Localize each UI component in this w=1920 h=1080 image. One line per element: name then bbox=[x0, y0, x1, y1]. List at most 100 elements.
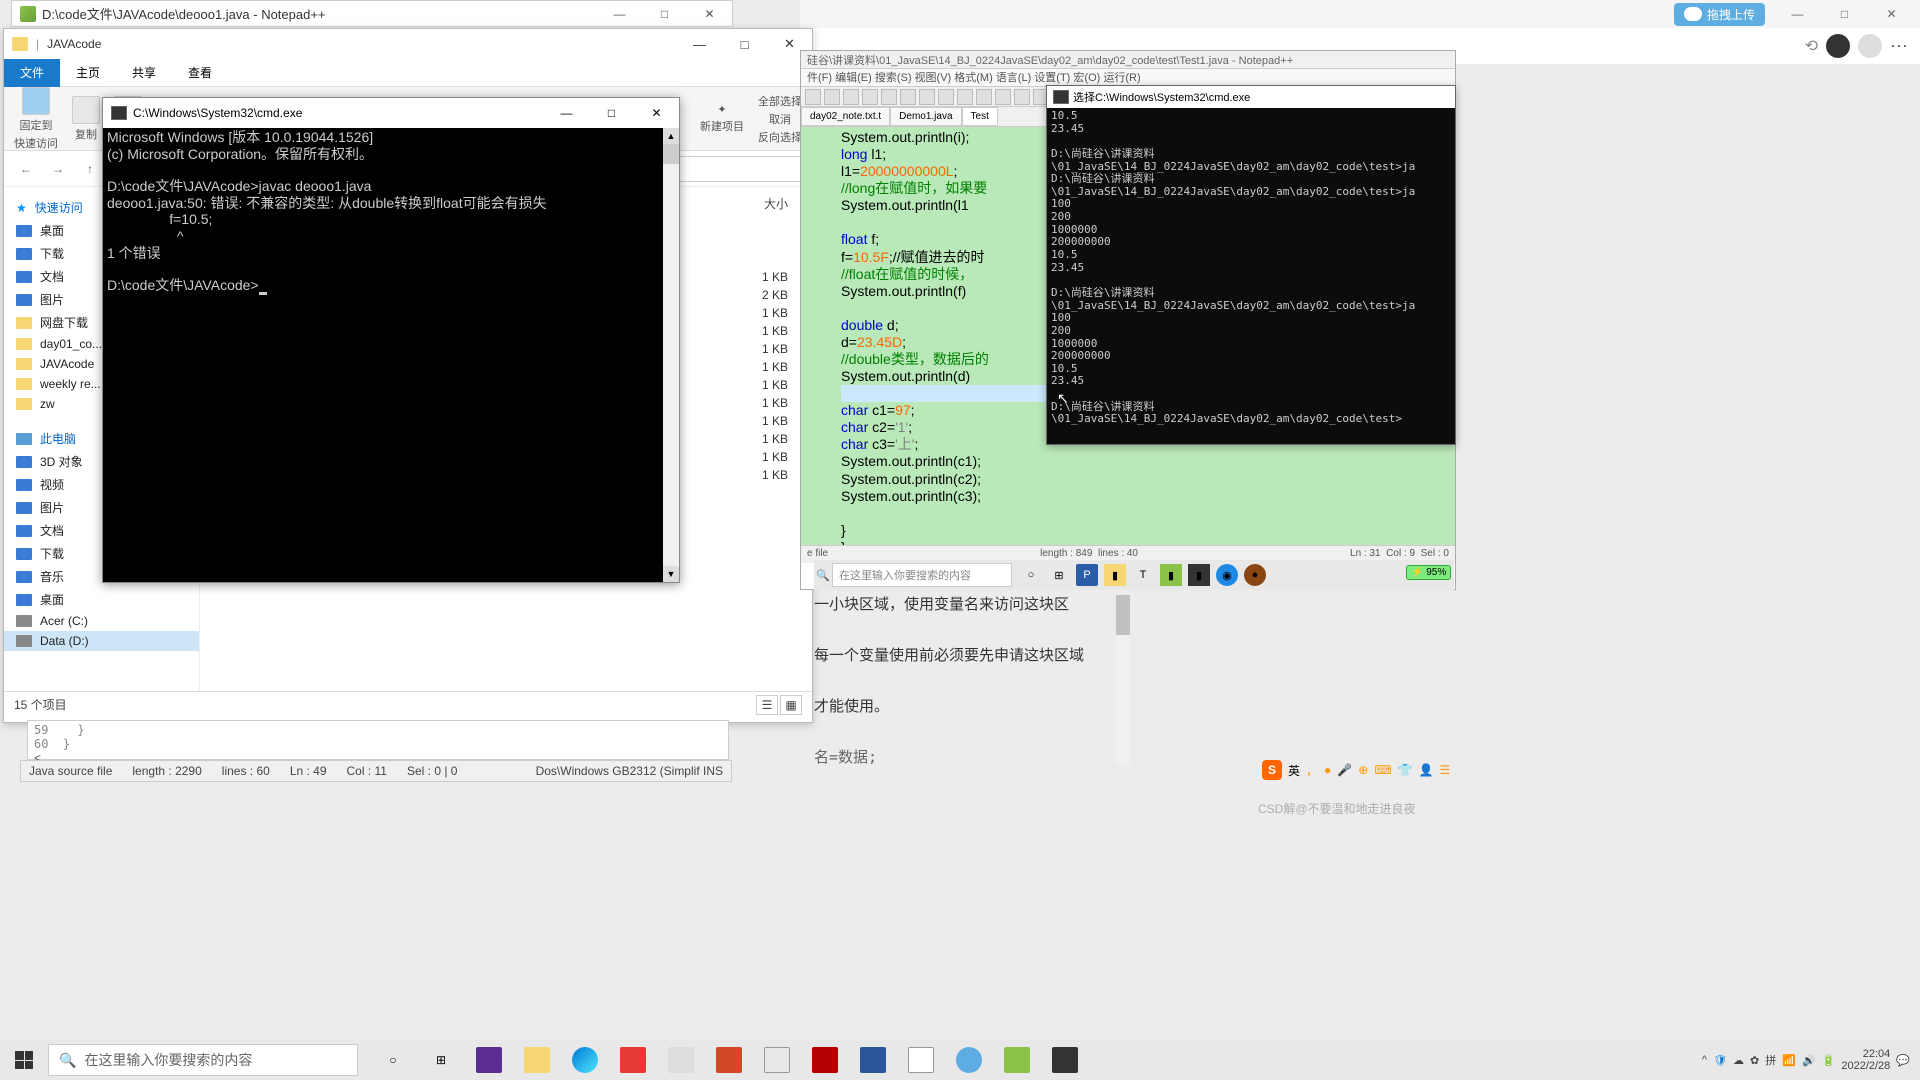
terminal-icon[interactable] bbox=[1042, 1040, 1088, 1080]
ime-toolbar[interactable]: S 英 ， ● 🎤 ⊕ ⌨ 👕 👤 ☰ bbox=[1262, 760, 1450, 780]
nav-back-icon[interactable]: ← bbox=[14, 157, 38, 181]
minimize-button[interactable]: — bbox=[677, 29, 722, 59]
tray-battery-icon[interactable]: 🔋 bbox=[1822, 1054, 1836, 1067]
toolbar-button[interactable] bbox=[900, 89, 916, 105]
maximize-button[interactable]: □ bbox=[642, 1, 687, 26]
endnote-icon[interactable] bbox=[754, 1040, 800, 1080]
edge-icon[interactable] bbox=[562, 1040, 608, 1080]
toolbar-button[interactable] bbox=[1014, 89, 1030, 105]
sidebar-item-data[interactable]: Data (D:) bbox=[4, 631, 199, 651]
minimize-button[interactable]: — bbox=[597, 1, 642, 26]
editor-remnant: 59 }60 } < bbox=[27, 720, 729, 760]
tray-app-icon[interactable]: ✿ bbox=[1750, 1054, 1759, 1067]
cmd-title: 选择C:\Windows\System32\cmd.exe bbox=[1073, 89, 1250, 105]
editor-tab[interactable]: Demo1.java bbox=[890, 107, 961, 126]
task-icon[interactable]: ○ bbox=[1020, 564, 1042, 586]
status-item-count: 15 个项目 bbox=[14, 696, 67, 713]
inner-search-input[interactable]: 在这里输入你要搜索的内容 bbox=[832, 563, 1012, 587]
minimize-button[interactable]: — bbox=[544, 98, 589, 128]
task-icon[interactable]: ● bbox=[1244, 564, 1266, 586]
menu-icon[interactable]: ⋯ bbox=[1890, 36, 1908, 57]
toolbar-button[interactable] bbox=[862, 89, 878, 105]
powerpoint-icon[interactable] bbox=[706, 1040, 752, 1080]
tab-share[interactable]: 共享 bbox=[116, 59, 172, 87]
close-button[interactable]: ✕ bbox=[634, 98, 679, 128]
toolbar-button[interactable] bbox=[843, 89, 859, 105]
toolbar-button[interactable] bbox=[919, 89, 935, 105]
adobe-icon[interactable] bbox=[802, 1040, 848, 1080]
window-title: 硅谷\讲课资料\01_JavaSE\14_BJ_0224JavaSE\day02… bbox=[801, 51, 1455, 69]
view-details-icon[interactable]: ☰ bbox=[756, 695, 778, 715]
task-icon[interactable]: T bbox=[1132, 564, 1154, 586]
toolbar-button[interactable] bbox=[976, 89, 992, 105]
visual-studio-icon[interactable] bbox=[466, 1040, 512, 1080]
task-icon[interactable]: ▮ bbox=[1188, 564, 1210, 586]
tray-ime-icon[interactable]: 拼 bbox=[1765, 1052, 1776, 1068]
youdao-icon[interactable] bbox=[610, 1040, 656, 1080]
toolbar-button[interactable] bbox=[957, 89, 973, 105]
sougou-icon: S bbox=[1262, 760, 1282, 780]
task-icon[interactable]: ◉ bbox=[1216, 564, 1238, 586]
scrollbar[interactable]: ▲ ▼ bbox=[663, 128, 679, 582]
tab-view[interactable]: 查看 bbox=[172, 59, 228, 87]
maximize-button[interactable]: □ bbox=[589, 98, 634, 128]
maximize-button[interactable]: □ bbox=[1822, 0, 1867, 28]
editor-tab[interactable]: Test bbox=[962, 107, 998, 126]
editor-tab[interactable]: day02_note.txt.t bbox=[801, 107, 890, 126]
toolbar-button[interactable] bbox=[881, 89, 897, 105]
text-icon[interactable] bbox=[898, 1040, 944, 1080]
toolbar-button[interactable] bbox=[824, 89, 840, 105]
nav-forward-icon[interactable]: → bbox=[46, 157, 70, 181]
history-icon[interactable]: ⟲ bbox=[1805, 36, 1818, 56]
cloud-upload-button[interactable]: 拖拽上传 bbox=[1674, 3, 1765, 26]
tab-home[interactable]: 主页 bbox=[60, 59, 116, 87]
scrollbar[interactable] bbox=[1116, 595, 1130, 765]
user-avatar[interactable] bbox=[1858, 34, 1882, 58]
tray-clock[interactable]: 22:04 2022/2/28 bbox=[1841, 1048, 1890, 1072]
maximize-button[interactable]: □ bbox=[722, 29, 767, 59]
tool-select-all[interactable]: 全部选择取消反向选择 bbox=[758, 93, 802, 145]
close-button[interactable]: ✕ bbox=[687, 1, 732, 26]
task-icon[interactable]: ▮ bbox=[1160, 564, 1182, 586]
tool-new[interactable]: ✦新建项目 bbox=[700, 103, 744, 134]
cmd-output[interactable]: Microsoft Windows [版本 10.0.19044.1526] (… bbox=[103, 128, 679, 297]
file-explorer-icon[interactable] bbox=[514, 1040, 560, 1080]
task-icon[interactable]: ▮ bbox=[1104, 564, 1126, 586]
start-button[interactable] bbox=[0, 1040, 48, 1080]
tool-pin[interactable]: 固定到快速访问 bbox=[14, 87, 58, 151]
notifications-icon[interactable]: 💬 bbox=[1896, 1054, 1910, 1067]
sidebar-item-desktop2[interactable]: 桌面 bbox=[4, 588, 199, 611]
document-content: 一小块区域，使用变量名来访问这块区 每一个变量使用前必须要先申请这块区域 才能使… bbox=[814, 588, 1454, 774]
toolbar-button[interactable] bbox=[995, 89, 1011, 105]
nav-up-icon[interactable]: ↑ bbox=[78, 157, 102, 181]
baidu-icon[interactable] bbox=[946, 1040, 992, 1080]
calculator-icon[interactable] bbox=[658, 1040, 704, 1080]
task-icon[interactable]: ⊞ bbox=[1048, 564, 1070, 586]
tab-file[interactable]: 文件 bbox=[4, 59, 60, 87]
tray-shield-icon[interactable]: 🛡 bbox=[1713, 1054, 1727, 1067]
task-icon[interactable]: P bbox=[1076, 564, 1098, 586]
tray-chevron-icon[interactable]: ^ bbox=[1702, 1054, 1707, 1066]
notepad-plus-icon[interactable] bbox=[994, 1040, 1040, 1080]
tray-wifi-icon[interactable]: 📶 bbox=[1782, 1054, 1796, 1067]
minimize-button[interactable]: — bbox=[1775, 0, 1820, 28]
cortana-icon[interactable]: ○ bbox=[370, 1040, 416, 1080]
task-view-icon[interactable]: ⊞ bbox=[418, 1040, 464, 1080]
tool-copy[interactable]: 复制 bbox=[72, 96, 100, 142]
tray-volume-icon[interactable]: 🔊 bbox=[1802, 1054, 1816, 1067]
toolbar-button[interactable] bbox=[938, 89, 954, 105]
cloud-icon bbox=[1684, 7, 1702, 21]
close-button[interactable]: ✕ bbox=[1869, 0, 1914, 28]
inner-taskbar: 🔍 在这里输入你要搜索的内容 ○ ⊞ P ▮ T ▮ ▮ ◉ ● bbox=[814, 560, 1454, 590]
word-icon[interactable] bbox=[850, 1040, 896, 1080]
tray-cloud-icon[interactable]: ☁ bbox=[1733, 1054, 1744, 1067]
taskbar-search-input[interactable]: 🔍 在这里输入你要搜索的内容 bbox=[48, 1044, 358, 1076]
cmd-window-1: C:\Windows\System32\cmd.exe — □ ✕ Micros… bbox=[102, 97, 680, 583]
sidebar-item-acer[interactable]: Acer (C:) bbox=[4, 611, 199, 631]
cmd-title: C:\Windows\System32\cmd.exe bbox=[133, 106, 302, 120]
cmd-output[interactable]: 10.5 23.45 D:\尚硅谷\讲课资料\01_JavaSE\14_BJ_0… bbox=[1047, 108, 1455, 428]
view-icons-icon[interactable]: ▦ bbox=[780, 695, 802, 715]
profile-avatar[interactable] bbox=[1826, 34, 1850, 58]
editor-status-bar: Java source file length : 2290 lines : 6… bbox=[20, 760, 732, 782]
toolbar-button[interactable] bbox=[805, 89, 821, 105]
